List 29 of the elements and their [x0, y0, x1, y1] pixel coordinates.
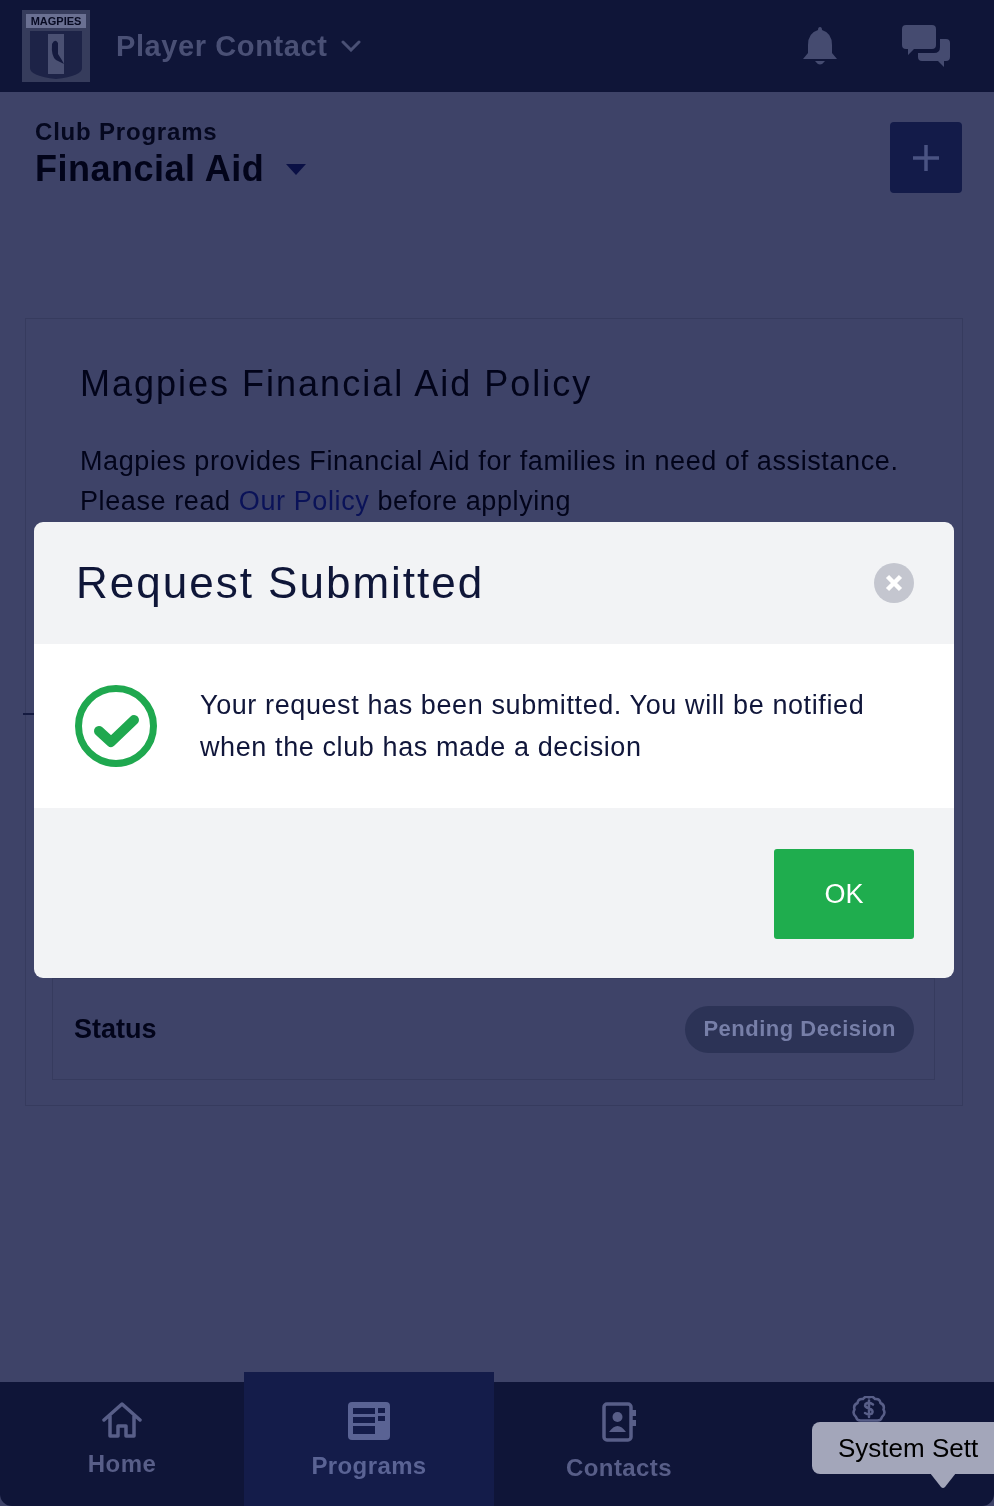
notification-button[interactable] [802, 25, 838, 67]
status-badge: Pending Decision [685, 1005, 914, 1053]
section-label: Club Programs [35, 118, 219, 146]
chat-bubbles-icon [902, 25, 950, 67]
bell-icon [802, 25, 838, 67]
dollar-badge-icon [852, 1396, 886, 1422]
app-title-dropdown[interactable]: Player Contact [116, 29, 362, 63]
tooltip-pointer-icon [930, 1473, 956, 1488]
nav-tab[interactable]: Programs [244, 1372, 494, 1506]
program-dropdown[interactable]: Financial Aid [35, 148, 307, 190]
nav-tab[interactable]: Home [0, 1382, 244, 1506]
messages-button[interactable] [902, 25, 950, 67]
club-logo: MAGPIES [22, 10, 90, 82]
check-circle-icon [75, 685, 157, 767]
home-icon [102, 1402, 142, 1438]
close-button[interactable] [874, 563, 914, 603]
dialog-message: Your request has been submitted. You will be notified when the club has made a decision [200, 689, 866, 764]
status-label: Status [74, 1013, 157, 1045]
caret-down-icon [286, 163, 307, 175]
add-button[interactable] [890, 122, 962, 193]
policy-title: Magpies Financial Aid Policy [80, 363, 594, 405]
address-book-icon [602, 1402, 636, 1442]
list-panel-icon [348, 1402, 390, 1440]
close-icon [874, 563, 914, 603]
chevron-down-icon [341, 40, 362, 52]
nav-tab[interactable]: Contacts [494, 1382, 744, 1506]
plus-icon [913, 144, 939, 171]
dialog-title: Request Submitted [76, 558, 485, 608]
ok-button[interactable]: OK [774, 849, 914, 939]
